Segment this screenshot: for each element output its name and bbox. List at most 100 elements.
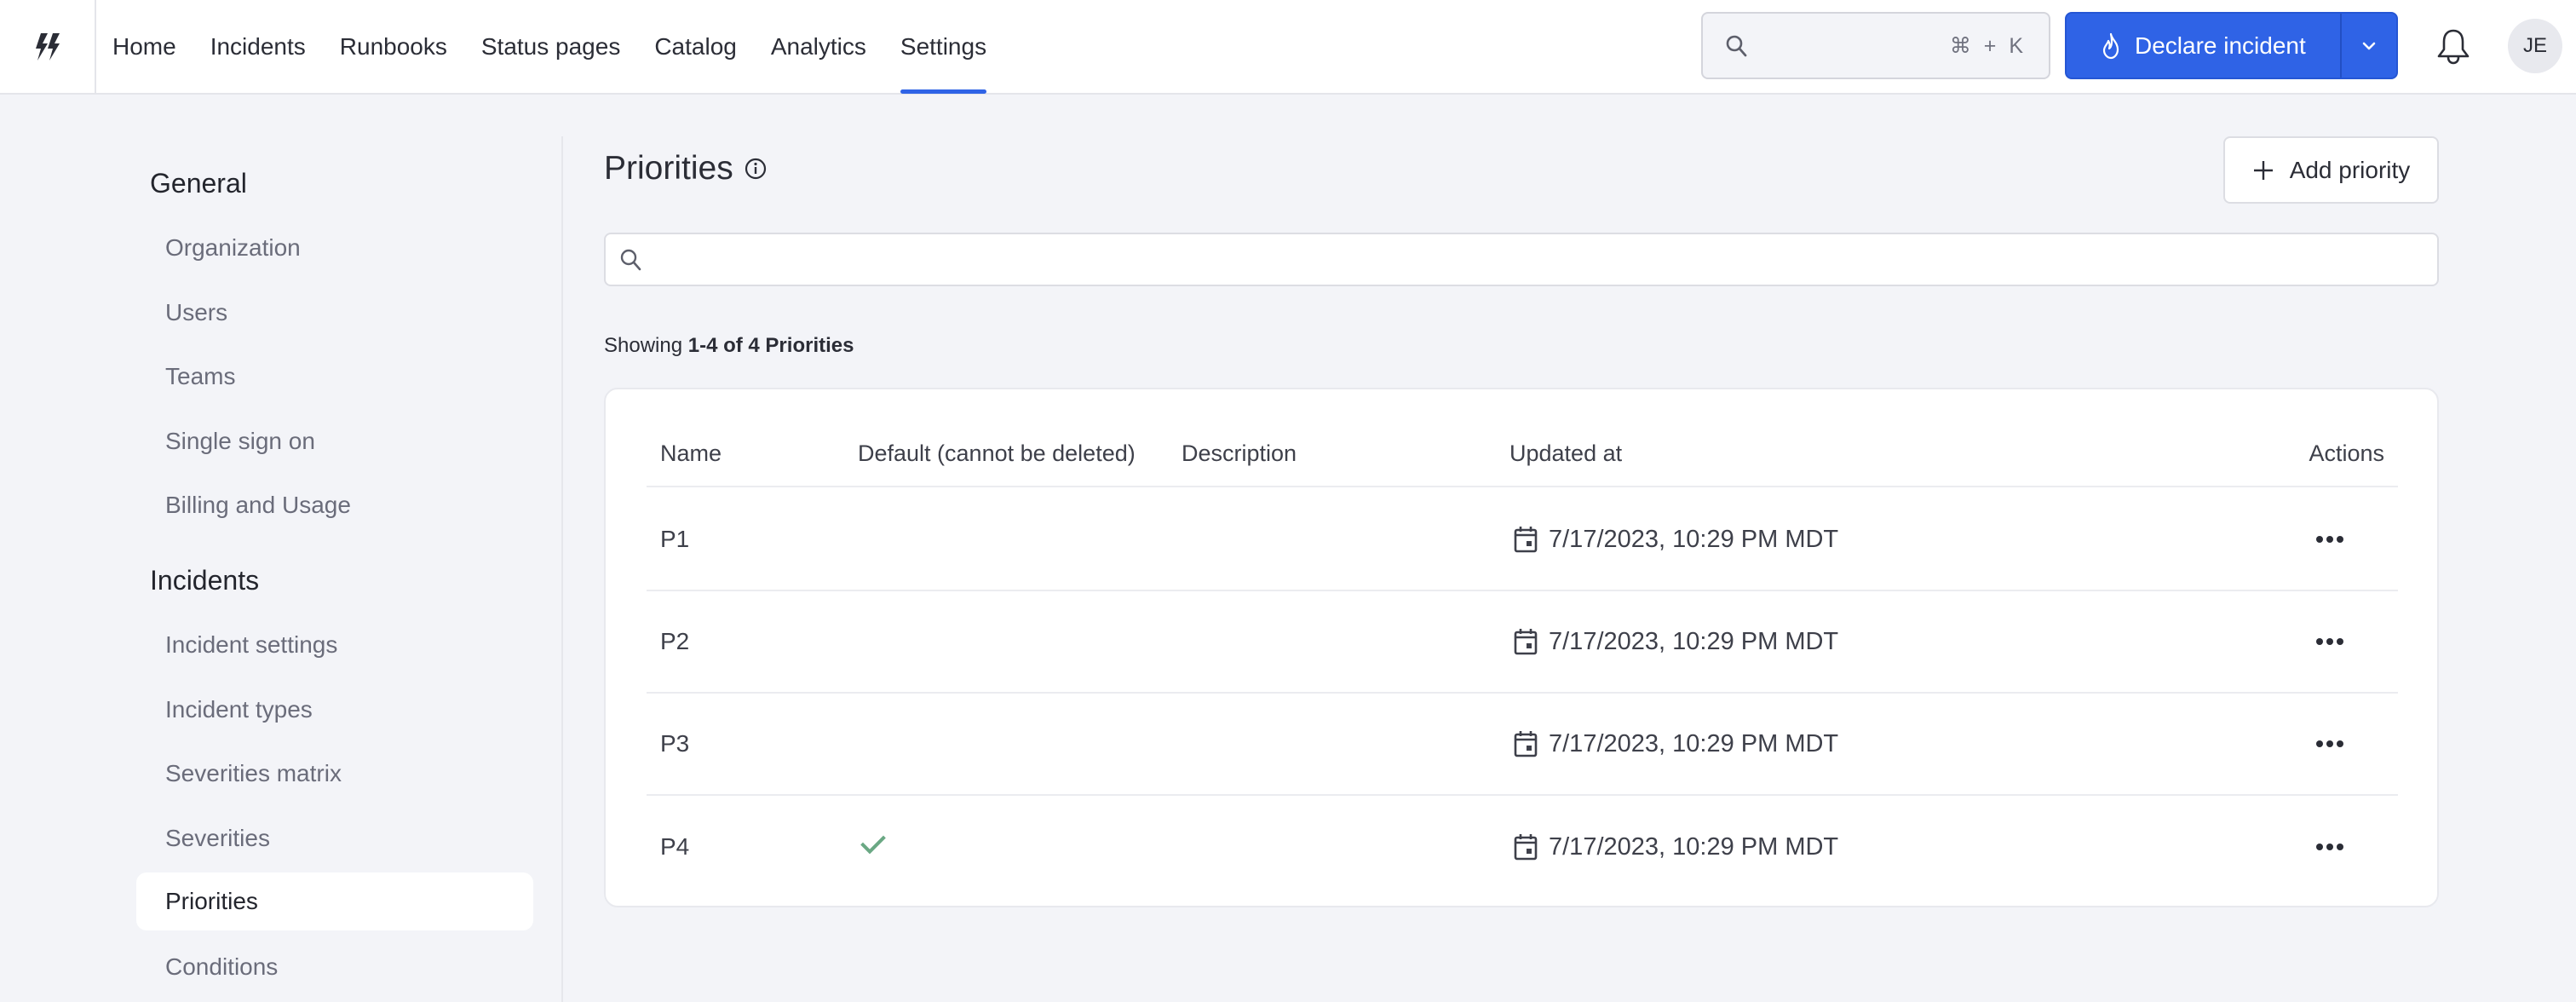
sidebar-item-priorities[interactable]: Priorities — [136, 872, 533, 930]
sidebar-item-label: Severities — [165, 825, 270, 851]
global-search[interactable]: ⌘ + K — [1701, 12, 2050, 79]
sidebar-item-severities-matrix[interactable]: Severities matrix — [136, 745, 533, 803]
declare-options-dropdown[interactable] — [2340, 14, 2396, 78]
nav-label: Catalog — [654, 32, 737, 60]
results-count-prefix: Showing — [604, 334, 683, 357]
results-count-range: 1-4 of 4 Priorities — [687, 334, 854, 357]
table-row[interactable]: P1 7/17/2023, 10:29 PM MDT — [647, 489, 2398, 591]
column-header-actions: Actions — [2309, 441, 2384, 466]
table-row[interactable]: P2 7/17/2023, 10:29 PM MDT — [647, 591, 2398, 694]
sidebar-item-organization[interactable]: Organization — [136, 219, 533, 277]
logo-icon — [35, 32, 60, 60]
nav-home[interactable]: Home — [95, 0, 193, 93]
sidebar-item-label: Organization — [165, 234, 301, 261]
sidebar-item-incident-settings[interactable]: Incident settings — [136, 616, 533, 674]
sidebar-item-incident-types[interactable]: Incident types — [136, 681, 533, 739]
calendar-icon — [1513, 832, 1538, 861]
calendar-icon — [1513, 525, 1538, 554]
sidebar-heading-general: General — [150, 168, 247, 199]
sidebar-item-label: Teams — [165, 363, 236, 389]
priorities-search — [604, 233, 2439, 286]
search-icon — [1726, 35, 1747, 56]
column-header-description: Description — [1182, 441, 1297, 466]
calendar-icon — [1513, 729, 1538, 758]
table-row[interactable]: P3 7/17/2023, 10:29 PM MDT — [647, 694, 2398, 796]
page-title-text: Priorities — [604, 150, 733, 187]
sidebar-item-conditions[interactable]: Conditions — [136, 938, 533, 996]
nav-settings[interactable]: Settings — [883, 0, 1003, 94]
column-header-default: Default (cannot be deleted) — [858, 441, 1136, 466]
sidebar-item-severities[interactable]: Severities — [136, 809, 533, 867]
nav-incidents[interactable]: Incidents — [193, 0, 323, 93]
sidebar-item-label: Priorities — [165, 888, 258, 914]
sidebar-item-single-sign-on[interactable]: Single sign on — [136, 412, 533, 470]
sidebar-item-label: Single sign on — [165, 428, 315, 454]
page-title: Priorities — [604, 150, 768, 187]
updated-at: 7/17/2023, 10:29 PM MDT — [1513, 627, 1838, 656]
priority-name: P4 — [660, 833, 690, 860]
sidebar-item-label: Billing and Usage — [165, 492, 351, 518]
column-header-updated-at: Updated at — [1509, 441, 1623, 466]
default-check-icon — [860, 835, 887, 860]
nav-label: Home — [112, 32, 176, 60]
search-shortcut: ⌘ + K — [1949, 33, 2027, 58]
priority-name: P1 — [660, 526, 690, 552]
declare-incident-label: Declare incident — [2135, 32, 2306, 59]
nav-label: Status pages — [480, 32, 621, 60]
sidebar-item-label: Incident settings — [165, 631, 338, 658]
nav-analytics[interactable]: Analytics — [754, 0, 883, 93]
nav-label: Settings — [900, 32, 987, 60]
updated-at-text: 7/17/2023, 10:29 PM MDT — [1549, 832, 1839, 861]
nav-label: Runbooks — [339, 32, 447, 60]
priority-name: P3 — [660, 730, 690, 757]
updated-at-text: 7/17/2023, 10:29 PM MDT — [1549, 729, 1839, 757]
add-priority-button[interactable]: Add priority — [2223, 136, 2439, 204]
updated-at-text: 7/17/2023, 10:29 PM MDT — [1549, 525, 1839, 553]
nav-label: Incidents — [210, 32, 306, 60]
sidebar-item-label: Severities matrix — [165, 760, 342, 786]
column-header-name: Name — [660, 441, 722, 466]
priority-name: P2 — [660, 628, 690, 654]
priorities-search-input[interactable] — [643, 234, 2437, 285]
row-actions-menu-icon[interactable] — [2304, 522, 2355, 556]
sidebar-item-teams[interactable]: Teams — [136, 348, 533, 406]
sidebar-item-label: Incident types — [165, 696, 313, 723]
top-nav-bar: Home Incidents Runbooks Status pages Cat… — [0, 0, 2576, 95]
declare-incident-button[interactable]: Declare incident — [2067, 14, 2340, 78]
app-logo[interactable] — [0, 0, 96, 93]
nav-label: Analytics — [770, 32, 866, 60]
table-row[interactable]: P4 7/17/2023, 10:29 PM MDT — [647, 796, 2398, 898]
sidebar-heading-incidents: Incidents — [150, 565, 260, 596]
sidebar-item-billing-and-usage[interactable]: Billing and Usage — [136, 476, 533, 534]
results-count: Showing 1-4 of 4 Priorities — [604, 334, 854, 358]
chevron-down-icon — [2362, 42, 2376, 49]
plus-icon — [2253, 160, 2273, 180]
declare-incident-button-group: Declare incident — [2065, 12, 2398, 79]
priorities-table: Name Default (cannot be deleted) Descrip… — [604, 388, 2439, 907]
nav-runbooks[interactable]: Runbooks — [323, 0, 464, 93]
add-priority-label: Add priority — [2289, 156, 2411, 183]
sidebar-divider — [561, 136, 563, 1002]
updated-at: 7/17/2023, 10:29 PM MDT — [1513, 832, 1838, 861]
sidebar-item-label: Users — [165, 299, 228, 325]
nav-status-pages[interactable]: Status pages — [464, 0, 637, 93]
row-actions-menu-icon[interactable] — [2304, 625, 2355, 659]
row-actions-menu-icon[interactable] — [2304, 727, 2355, 761]
info-icon[interactable] — [744, 157, 768, 181]
nav-catalog[interactable]: Catalog — [637, 0, 754, 93]
calendar-icon — [1513, 627, 1538, 656]
notifications-bell-icon[interactable] — [2435, 27, 2472, 66]
updated-at-text: 7/17/2023, 10:29 PM MDT — [1549, 627, 1839, 655]
sidebar-item-users[interactable]: Users — [136, 284, 533, 342]
updated-at: 7/17/2023, 10:29 PM MDT — [1513, 525, 1838, 554]
user-avatar[interactable]: JE — [2508, 19, 2562, 73]
settings-sidebar: General Organization Users Teams Single … — [0, 95, 562, 1002]
search-icon — [620, 249, 641, 270]
table-header: Name Default (cannot be deleted) Descrip… — [647, 389, 2398, 487]
main-nav: Home Incidents Runbooks Status pages Cat… — [95, 0, 1003, 94]
flame-icon — [2102, 32, 2119, 59]
avatar-initials: JE — [2522, 34, 2547, 57]
row-actions-menu-icon[interactable] — [2304, 830, 2355, 864]
sidebar-item-label: Conditions — [165, 953, 279, 980]
updated-at: 7/17/2023, 10:29 PM MDT — [1513, 729, 1838, 758]
